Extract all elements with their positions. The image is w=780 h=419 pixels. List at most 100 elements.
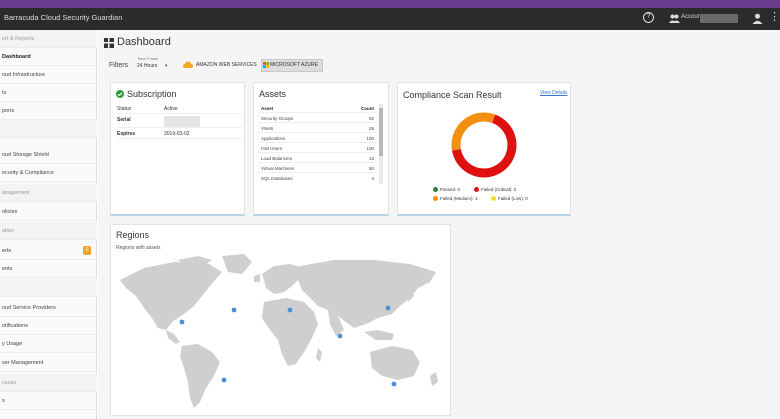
sidebar-item-policies[interactable]: olicies [0,203,97,221]
expires-key: Expires [117,131,136,137]
asset-name: SQL Databases [261,176,293,181]
legend-critical-label: Failed (Critical): 2 [481,187,517,192]
legend-failed-medium: Failed (Medium): 1 [433,196,478,202]
aws-filter-button[interactable]: AMAZON WEB SERVICES [196,62,257,68]
legend-dot-medium [433,196,438,202]
legend-dot-low [491,196,496,202]
sidebar-item-reports[interactable]: ports [0,102,97,120]
continent-asia [298,260,436,328]
app-title: Barracuda Cloud Security Guardian [4,13,123,22]
sidebar-item-cloud-infrastructure[interactable]: oud Infrastructure [0,66,97,84]
sidebar-section-alerts-reports: ert & Reports [0,30,97,48]
serial-key: Serial [117,117,131,123]
sidebar-item-user-management[interactable]: ser Management [0,354,97,372]
marker-mid-europe[interactable] [287,307,293,313]
legend-failed-low: Failed (Low): 0 [491,196,528,202]
sidebar-section-ation: ation [0,222,97,240]
world-map[interactable] [114,252,448,412]
regions-title: Regions [116,230,150,240]
legend-low-label: Failed (Low): 0 [498,196,528,201]
aws-cloud-icon[interactable] [183,61,193,68]
subscription-card [110,82,245,216]
marker-australia[interactable] [391,381,397,387]
sidebar-item-security-compliance[interactable]: ecurity & Compliance [0,164,97,182]
azure-filter-label: MICROSOFT AZURE [270,62,318,68]
legend-medium-label: Failed (Medium): 1 [440,196,478,201]
continent-north-america [120,262,222,330]
asset-name: Applications [261,136,286,141]
sidebar-item-notifications[interactable]: otifications [0,317,97,335]
asset-count: 100 [366,146,374,151]
expires-value: 2019-03-02 [164,131,190,137]
legend-failed-critical: Failed (Critical): 2 [474,187,517,193]
donut-slice-failed-medium [451,112,496,151]
continent-uk [254,274,260,282]
compliance-title: Compliance Scan Result [403,90,502,100]
question-circle-icon[interactable]: ? [643,12,654,23]
status-key: Status [117,106,132,112]
table-row[interactable]: SQL Databases 4 [258,174,377,182]
timeframe-select[interactable]: 24 Hours [135,61,175,72]
dashboard-grid-icon [104,38,114,48]
assets-title: Assets [259,89,287,99]
alerts-count-badge: 0 [83,246,91,255]
chevron-down-icon[interactable]: ▾ [165,61,168,72]
sidebar-section-blank-2 [0,279,97,297]
subscription-row-expires: Expires 2019-03-02 [117,129,242,139]
continent-greenland [222,254,252,274]
sidebar-item-cloud-storage-shield[interactable]: oud Storage Shield [0,146,97,164]
asset-name: VNets [261,126,274,131]
continent-australia [370,346,420,380]
table-row[interactable]: Applications 100 [258,134,377,143]
sidebar-item-usage[interactable]: y Usage [0,335,97,353]
asset-count: 100 [366,136,374,141]
marker-south-america[interactable] [221,377,227,383]
continent-central-america [166,330,180,344]
marker-europe-west[interactable] [231,307,237,313]
sidebar-section-management: anagement [0,184,97,202]
asset-name: Virtual Machines [261,166,295,171]
table-row[interactable]: VNets 29 [258,124,377,133]
sidebar-item-alerts[interactable]: erts 0 [0,242,97,260]
serial-value-redacted [164,116,200,127]
table-row[interactable]: Load Balancers 16 [258,154,377,163]
view-details-link[interactable]: View Details [540,90,567,96]
markers-americas[interactable] [179,319,185,325]
continent-europe [262,264,304,294]
compliance-donut-chart [451,112,517,178]
marker-india[interactable] [337,333,343,339]
accent-strip [0,0,780,8]
user-icon[interactable] [752,13,763,24]
table-row[interactable]: Virtual Machines 50 [258,164,377,173]
asset-column-header: Asset [261,106,274,111]
count-column-header: Count [361,106,374,111]
filters-label: Filters [109,62,129,69]
continent-south-america [180,344,220,408]
users-icon[interactable] [669,14,680,23]
asset-name: Security Groups [261,116,294,121]
table-row[interactable]: IAM Users 100 [258,144,377,153]
subscription-title: Subscription [127,89,177,99]
page-title: Dashboard [117,36,171,48]
sidebar-item-dashboard[interactable]: Dashboard [0,48,97,66]
sidebar-item-events[interactable]: ents [0,260,97,278]
sidebar-item-s[interactable]: s [0,392,97,410]
assets-scrollbar-thumb[interactable] [379,108,383,156]
check-circle-icon [116,90,124,98]
asset-count: 92 [368,116,374,121]
sidebar-item-cloud-service-providers[interactable]: oud Service Providers [0,299,97,317]
asset-count: 4 [371,176,374,181]
sidebar: ert & Reports Dashboard oud Infrastructu… [0,30,97,419]
table-row[interactable]: Security Groups 92 [258,114,377,123]
kebab-menu-icon[interactable]: ⋮ [769,12,780,23]
account-name-redacted [700,14,738,23]
legend-dot-passed [433,187,438,193]
marker-east-asia[interactable] [385,305,391,311]
status-value: Active [164,106,178,112]
asset-count: 50 [368,166,374,171]
continent-madagascar [316,348,322,362]
top-bar: Barracuda Cloud Security Guardian ? Acco… [0,8,780,30]
asset-name: IAM Users [261,146,283,151]
sidebar-item-ts[interactable]: ts [0,84,97,102]
asset-count: 29 [368,126,374,131]
